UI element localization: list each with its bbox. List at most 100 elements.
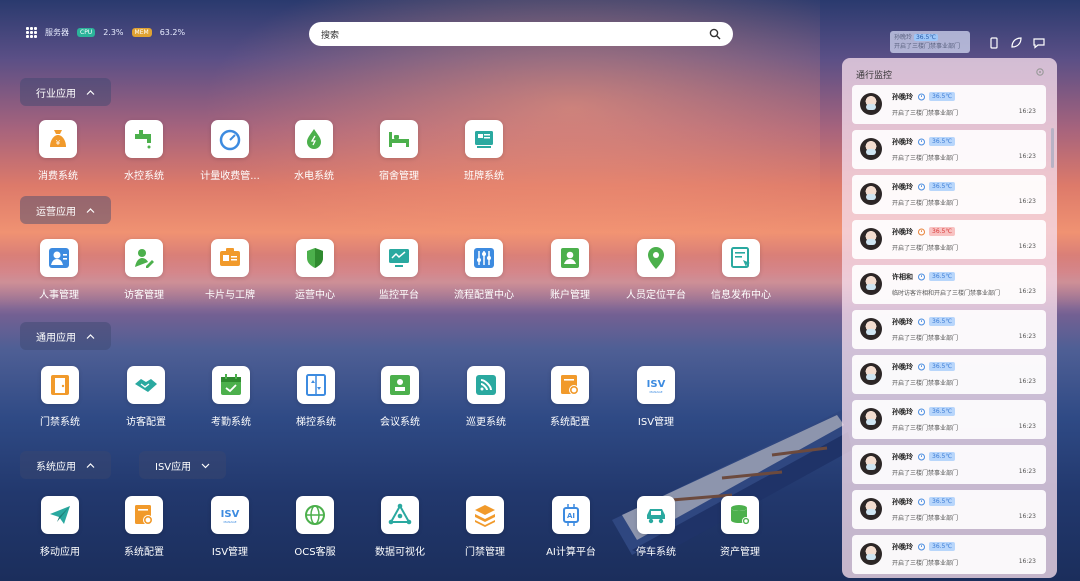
faucet-icon[interactable]: [125, 120, 163, 158]
money-bag-icon[interactable]: ¥: [39, 120, 77, 158]
app-label: 人员定位平台: [626, 290, 686, 301]
section-isv-label: ISV应用: [155, 461, 192, 473]
app-system-7[interactable]: 停车系统: [614, 496, 698, 558]
meter-gauge-icon[interactable]: [211, 120, 249, 158]
app-general-3[interactable]: 梯控系统: [274, 366, 358, 428]
section-operation[interactable]: 运营应用: [20, 196, 111, 224]
search-input[interactable]: 搜索: [309, 22, 733, 46]
card-message: 开启了三楼门禁事业部门: [892, 245, 959, 252]
app-general-5[interactable]: 巡更系统: [444, 366, 528, 428]
door-icon[interactable]: [41, 366, 79, 404]
leaf-icon[interactable]: [1010, 37, 1022, 49]
monitor-card[interactable]: 孙晚玲 36.5℃ 开启了三楼门禁事业部门 16:23: [852, 220, 1046, 259]
app-system-4[interactable]: 数据可视化: [358, 496, 442, 558]
app-general-2[interactable]: 考勤系统: [189, 366, 273, 428]
monitor-card[interactable]: 孙晚玲 36.5℃ 开启了三楼门禁事业部门 16:23: [852, 355, 1046, 394]
elevator-icon[interactable]: [297, 366, 335, 404]
monitor-card[interactable]: 孙晚玲 36.5℃ 开启了三楼门禁事业部门 16:23: [852, 310, 1046, 349]
isv-icon[interactable]: ISV MANAGE: [637, 366, 675, 404]
monitor-icon[interactable]: [380, 239, 418, 277]
app-system-6[interactable]: AI AI计算平台: [529, 496, 613, 558]
app-operation-2[interactable]: 卡片与工牌: [188, 239, 272, 301]
app-system-8[interactable]: 资产管理: [698, 496, 782, 558]
sliders-icon[interactable]: [465, 239, 503, 277]
app-industry-4[interactable]: 宿舍管理: [357, 120, 441, 182]
monitor-card[interactable]: 许相和 36.5℃ 临时访客许相和开启了三楼门禁事业部门 16:23: [852, 265, 1046, 304]
app-label: 系统配置: [550, 417, 590, 428]
monitor-card[interactable]: 孙晚玲 36.5℃ 开启了三楼门禁事业部门 16:23: [852, 175, 1046, 214]
app-general-0[interactable]: 门禁系统: [18, 366, 102, 428]
app-operation-3[interactable]: 运营中心: [273, 239, 357, 301]
account-icon[interactable]: [551, 239, 589, 277]
location-pin-icon[interactable]: [637, 239, 675, 277]
layers-icon[interactable]: [466, 496, 504, 534]
app-industry-0[interactable]: ¥ 消费系统: [16, 120, 100, 182]
database-icon[interactable]: [721, 496, 759, 534]
app-operation-7[interactable]: 人员定位平台: [614, 239, 698, 301]
settings-doc-icon[interactable]: [551, 366, 589, 404]
shield-icon[interactable]: [296, 239, 334, 277]
visitor-icon[interactable]: [125, 239, 163, 277]
card-message: 开启了三楼门禁事业部门: [892, 425, 959, 432]
section-operation-label: 运营应用: [36, 206, 76, 218]
card-message: 开启了三楼门禁事业部门: [892, 335, 959, 342]
app-system-3[interactable]: OCS客服: [273, 496, 357, 558]
monitor-card[interactable]: 孙晚玲 36.5℃ 开启了三楼门禁事业部门 16:23: [852, 130, 1046, 169]
app-operation-6[interactable]: 账户管理: [528, 239, 612, 301]
mem-value: 63.2%: [159, 28, 186, 37]
search-icon[interactable]: [709, 28, 721, 40]
user-status-chip[interactable]: 孙晚玲 36.5℃ 开启了三楼门禁事业部门: [890, 31, 970, 53]
class-board-icon[interactable]: [465, 120, 503, 158]
ai-chip-icon[interactable]: AI: [552, 496, 590, 534]
publish-icon[interactable]: [722, 239, 760, 277]
water-drop-icon[interactable]: [295, 120, 333, 158]
app-operation-5[interactable]: 流程配置中心: [442, 239, 526, 301]
app-system-5[interactable]: 门禁管理: [443, 496, 527, 558]
bed-icon[interactable]: [380, 120, 418, 158]
chat-icon[interactable]: [1033, 37, 1045, 49]
app-operation-4[interactable]: 监控平台: [357, 239, 441, 301]
app-general-6[interactable]: 系统配置: [528, 366, 612, 428]
monitor-card[interactable]: 孙晚玲 36.5℃ 开启了三楼门禁事业部门 16:23: [852, 400, 1046, 439]
app-industry-2[interactable]: 计量收费管...: [188, 120, 272, 182]
app-general-1[interactable]: 访客配置: [104, 366, 188, 428]
settings-doc-icon[interactable]: [125, 496, 163, 534]
section-system[interactable]: 系统应用: [20, 451, 111, 479]
app-industry-5[interactable]: 班牌系统: [442, 120, 526, 182]
isv-icon[interactable]: ISV MANAGE: [211, 496, 249, 534]
card-time: 16:23: [1018, 558, 1036, 565]
globe-icon[interactable]: [296, 496, 334, 534]
search-placeholder: 搜索: [321, 30, 340, 41]
app-grid-icon[interactable]: [26, 27, 37, 38]
app-system-1[interactable]: 系统配置: [102, 496, 186, 558]
section-isv[interactable]: ISV应用: [139, 451, 227, 479]
meeting-icon[interactable]: [381, 366, 419, 404]
phone-icon[interactable]: [988, 37, 1000, 49]
app-system-0[interactable]: 移动应用: [18, 496, 102, 558]
app-system-2[interactable]: ISV MANAGE ISV管理: [188, 496, 272, 558]
data-graph-icon[interactable]: [381, 496, 419, 534]
id-card-icon[interactable]: [211, 239, 249, 277]
patrol-icon[interactable]: [467, 366, 505, 404]
section-industry[interactable]: 行业应用: [20, 78, 111, 106]
app-general-7[interactable]: ISV MANAGE ISV管理: [614, 366, 698, 428]
handshake-icon[interactable]: [127, 366, 165, 404]
monitor-card[interactable]: 孙晚玲 36.5℃ 开启了三楼门禁事业部门 16:23: [852, 445, 1046, 484]
monitor-card[interactable]: 孙晚玲 36.5℃ 开启了三楼门禁事业部门 16:23: [852, 490, 1046, 529]
temperature-badge: 36.5℃: [929, 92, 956, 101]
app-general-4[interactable]: 会议系统: [358, 366, 442, 428]
calendar-check-icon[interactable]: [212, 366, 250, 404]
app-operation-0[interactable]: 人事管理: [17, 239, 101, 301]
app-operation-8[interactable]: 信息发布中心: [699, 239, 783, 301]
paper-plane-icon[interactable]: [41, 496, 79, 534]
monitor-card[interactable]: 孙晚玲 36.5℃ 开启了三楼门禁事业部门 16:23: [852, 85, 1046, 124]
section-general[interactable]: 通用应用: [20, 322, 111, 350]
panel-scrollbar[interactable]: [1051, 128, 1054, 168]
app-operation-1[interactable]: 访客管理: [102, 239, 186, 301]
car-icon[interactable]: [637, 496, 675, 534]
monitor-card[interactable]: 孙晚玲 36.5℃ 开启了三楼门禁事业部门 16:23: [852, 535, 1046, 574]
app-industry-3[interactable]: 水电系统: [272, 120, 356, 182]
gear-icon[interactable]: [1035, 67, 1045, 77]
app-industry-1[interactable]: 水控系统: [102, 120, 186, 182]
person-icon[interactable]: [40, 239, 78, 277]
